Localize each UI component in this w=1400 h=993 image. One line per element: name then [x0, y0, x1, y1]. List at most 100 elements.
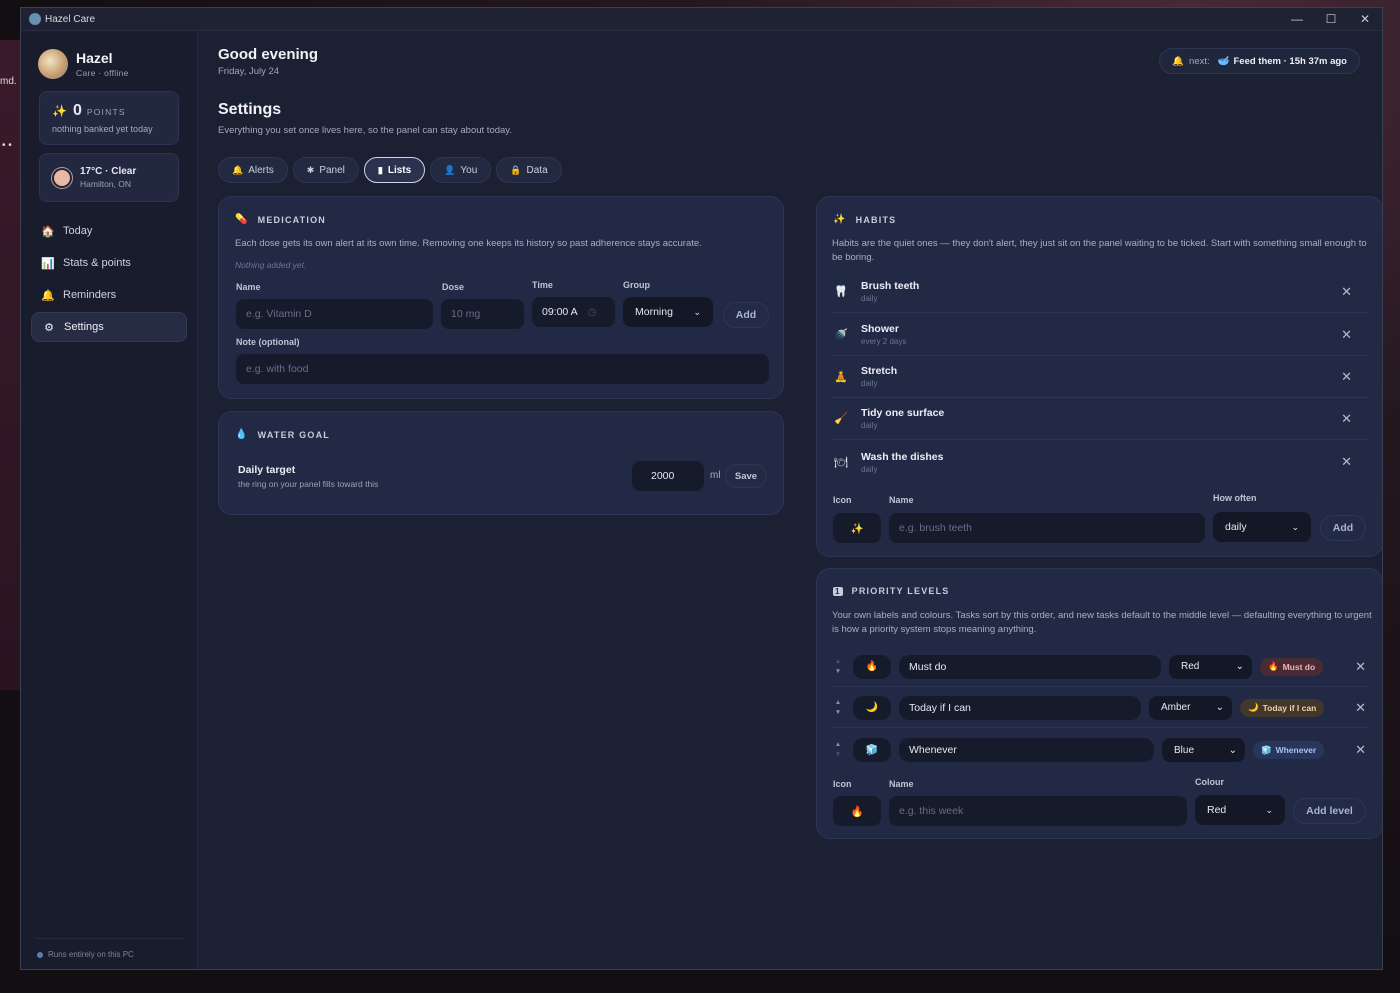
- level-colour-select[interactable]: Red ⌄: [1195, 795, 1285, 825]
- habit-name: Brush teeth: [861, 280, 920, 292]
- priority-desc: Your own labels and colours. Tasks sort …: [832, 610, 1372, 635]
- habit-frequency-select[interactable]: daily ⌄: [1213, 512, 1311, 542]
- remove-level-button[interactable]: ✕: [1355, 700, 1366, 716]
- note-label: Note (optional): [236, 337, 300, 347]
- medication-note-input[interactable]: e.g. with food: [236, 354, 769, 384]
- priority-badge: 🌙 Today if I can: [1240, 698, 1325, 717]
- reorder-arrows[interactable]: ▲ ▼: [831, 740, 845, 760]
- level-icon-picker[interactable]: 🔥: [833, 796, 881, 826]
- priority-name-input[interactable]: Whenever: [899, 738, 1154, 762]
- app-window: Hazel Care — ☐ ✕ Hazel Care · offline ✨ …: [20, 7, 1383, 970]
- settings-header: Settings Everything you set once lives h…: [218, 101, 512, 136]
- move-up-icon[interactable]: ▲: [831, 740, 845, 750]
- move-up-icon[interactable]: ▲: [831, 657, 845, 667]
- priority-colour-select[interactable]: Blue ⌄: [1162, 738, 1245, 762]
- medication-desc: Each dose gets its own alert at its own …: [235, 238, 702, 249]
- name-label: Name: [236, 282, 261, 292]
- remove-habit-button[interactable]: ✕: [1341, 411, 1352, 427]
- water-title: 💧 WATER GOAL: [235, 429, 330, 440]
- priority-name-input[interactable]: Today if I can: [899, 695, 1141, 720]
- priority-badge: 🔥 Must do: [1260, 657, 1324, 676]
- dose-label: Dose: [442, 282, 465, 292]
- remove-habit-button[interactable]: ✕: [1341, 454, 1352, 470]
- group-value: Morning: [635, 306, 673, 318]
- habit-frequency: every 2 days: [861, 337, 907, 346]
- reorder-arrows[interactable]: ▲ ▼: [831, 657, 845, 677]
- move-up-icon[interactable]: ▲: [831, 698, 845, 708]
- weather-temp: 17°C · Clear: [80, 166, 137, 177]
- water-title-text: WATER GOAL: [257, 429, 330, 440]
- points-label: POINTS: [86, 107, 126, 117]
- chevron-down-icon: ⌄: [1291, 521, 1299, 532]
- level-name-input[interactable]: e.g. this week: [889, 796, 1187, 826]
- remove-habit-button[interactable]: ✕: [1341, 284, 1352, 300]
- dishes-icon: 🍽: [834, 456, 848, 469]
- remove-habit-button[interactable]: ✕: [1341, 327, 1352, 343]
- water-target-input[interactable]: 2000: [632, 461, 704, 491]
- ice-cube-icon[interactable]: 🧊: [853, 738, 891, 762]
- add-medication-button[interactable]: Add: [723, 302, 769, 328]
- priority-badge: 🧊 Whenever: [1253, 741, 1325, 759]
- colour-value: Blue: [1174, 744, 1195, 756]
- tab-you[interactable]: 👤 You: [430, 157, 492, 183]
- medication-time-input[interactable]: 09:00 A ◷: [532, 297, 615, 327]
- stretch-icon: 🧘: [834, 371, 848, 383]
- remove-level-button[interactable]: ✕: [1355, 742, 1366, 758]
- page-title: Settings: [218, 101, 282, 118]
- tab-data[interactable]: 🔒 Data: [496, 157, 562, 183]
- habit-row: 🚿 Shower every 2 days ✕: [831, 314, 1368, 356]
- medication-empty: Nothing added yet.: [235, 260, 307, 270]
- sidebar-item-settings[interactable]: ⚙ Settings: [31, 312, 187, 342]
- save-water-button[interactable]: Save: [725, 464, 767, 488]
- water-unit: ml: [710, 470, 721, 481]
- medication-name-input[interactable]: e.g. Vitamin D: [236, 299, 433, 329]
- priority-title-text: PRIORITY LEVELS: [851, 586, 950, 596]
- habit-frequency: daily: [861, 421, 878, 430]
- habits-desc: Habits are the quiet ones — they don't a…: [832, 238, 1367, 263]
- close-window-button[interactable]: ✕: [1348, 8, 1382, 30]
- next-reminder-pill[interactable]: 🔔 next: 🥣 Feed them · 15h 37m ago: [1159, 48, 1360, 74]
- maximize-button[interactable]: ☐: [1314, 8, 1348, 30]
- habits-title: ✨ HABITS: [833, 214, 896, 225]
- add-habit-button[interactable]: Add: [1320, 515, 1366, 541]
- minimize-button[interactable]: —: [1280, 8, 1314, 30]
- moon-icon[interactable]: 🌙: [853, 695, 891, 720]
- tab-label: Data: [526, 164, 548, 176]
- time-value: 09:00 A: [542, 306, 578, 318]
- status-dot-icon: [37, 951, 43, 958]
- app-icon: [29, 13, 41, 25]
- tab-panel[interactable]: ✱ Panel: [292, 157, 359, 183]
- tab-lists[interactable]: ▮ Lists: [363, 157, 426, 183]
- badge-label: Today if I can: [1262, 702, 1317, 713]
- colour-value: Red: [1181, 661, 1200, 672]
- sparkle-icon: ✨: [52, 104, 67, 118]
- tab-alerts[interactable]: 🔔 Alerts: [218, 157, 288, 183]
- medication-dose-input[interactable]: 10 mg: [441, 299, 524, 329]
- sidebar-item-today[interactable]: 🏠 Today: [31, 216, 187, 246]
- move-down-icon[interactable]: ▼: [831, 750, 845, 760]
- priority-name-input[interactable]: Must do: [899, 654, 1161, 679]
- add-level-button[interactable]: Add level: [1293, 798, 1366, 824]
- habit-frequency: daily: [861, 464, 878, 474]
- sidebar-footer: Runs entirely on this PC: [37, 950, 134, 959]
- reorder-arrows[interactable]: ▲ ▼: [831, 698, 845, 718]
- colour-value: Amber: [1161, 702, 1191, 713]
- priority-colour-select[interactable]: Amber ⌄: [1149, 695, 1232, 720]
- priority-colour-select[interactable]: Red ⌄: [1169, 654, 1252, 679]
- habit-name-input[interactable]: e.g. brush teeth: [889, 513, 1205, 543]
- chart-icon: 📊: [41, 257, 55, 270]
- medication-group-select[interactable]: Morning ⌄: [623, 297, 713, 327]
- tab-label: Panel: [319, 164, 345, 176]
- move-down-icon[interactable]: ▼: [831, 667, 845, 677]
- weather-card: 17°C · Clear Hamilton, ON: [39, 153, 179, 202]
- sidebar-item-stats[interactable]: 📊 Stats & points: [31, 248, 187, 278]
- fire-icon[interactable]: 🔥: [853, 654, 891, 679]
- habit-name-label: Name: [889, 495, 914, 505]
- sidebar-item-reminders[interactable]: 🔔 Reminders: [31, 280, 187, 310]
- frequency-value: daily: [1225, 521, 1247, 533]
- habit-icon-picker[interactable]: ✨: [833, 513, 881, 543]
- remove-habit-button[interactable]: ✕: [1341, 369, 1352, 385]
- move-down-icon[interactable]: ▼: [831, 708, 845, 718]
- remove-level-button[interactable]: ✕: [1355, 659, 1366, 675]
- priority-title: 1 PRIORITY LEVELS: [833, 586, 950, 596]
